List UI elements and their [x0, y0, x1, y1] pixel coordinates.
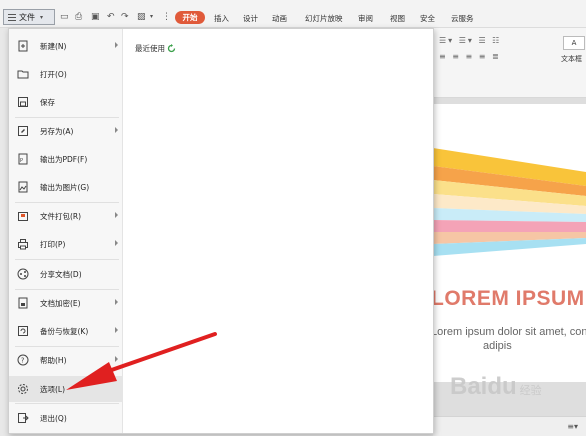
menu-item-label: 备份与恢复(K): [40, 326, 89, 336]
menu-item-save[interactable]: 保存: [9, 89, 123, 115]
menu-item-label: 分享文档(D): [40, 269, 82, 279]
menu-bar: 文件 ▾ ▭ ⎙ ▣ ↶ ↷ ▨ ▾ ⋮ 开始 插入 设计 动画 幻灯片放映 审…: [0, 0, 586, 28]
svg-text:P: P: [20, 158, 23, 164]
chevron-right-icon: [115, 356, 118, 362]
menu-item-share[interactable]: 分享文档(D): [9, 261, 123, 287]
chevron-right-icon: [115, 299, 118, 305]
gear-icon: [17, 383, 29, 395]
slide-subtitle: Lorem ipsum dolor sit amet, consectetur: [433, 326, 586, 338]
tab-review[interactable]: 审阅: [358, 13, 373, 24]
slide-title: LOREM IPSUM: [433, 287, 585, 310]
chevron-right-icon: [115, 240, 118, 246]
svg-text:?: ?: [21, 357, 25, 365]
menu-divider: [15, 403, 119, 404]
chevron-right-icon: [115, 327, 118, 333]
tab-view[interactable]: 视图: [390, 13, 405, 24]
menu-item-export-pdf[interactable]: P 输出为PDF(F): [9, 146, 123, 172]
menu-item-package[interactable]: 文件打包(R): [9, 203, 123, 229]
tab-home[interactable]: 开始: [175, 11, 205, 24]
menu-item-options[interactable]: 选项(L): [9, 376, 123, 402]
menu-item-label: 输出为PDF(F): [40, 154, 88, 164]
print-icon: [17, 238, 29, 250]
menu-item-label: 打开(O): [40, 69, 67, 79]
tab-security[interactable]: 安全: [420, 13, 435, 24]
undo-icon[interactable]: ↶: [107, 12, 115, 22]
export-image-icon: [17, 181, 29, 193]
menu-item-label: 文件打包(R): [40, 211, 82, 221]
tab-design[interactable]: 设计: [243, 13, 258, 24]
export-pdf-icon: P: [17, 153, 29, 165]
chevron-right-icon: [115, 127, 118, 133]
file-dropdown-menu: 新建(N) 打开(O) 保存 另存为(A) P 输出为PDF(F) 输出为图片(…: [8, 28, 434, 434]
slide-subtitle-2: adipis: [483, 340, 512, 352]
menu-item-exit[interactable]: 退出(Q): [9, 405, 123, 431]
chevron-down-icon: ▾: [40, 13, 44, 21]
tab-animation[interactable]: 动画: [272, 13, 287, 24]
menu-item-label: 帮助(H): [40, 355, 67, 365]
menu-item-label: 新建(N): [40, 41, 67, 51]
menu-item-help[interactable]: ? 帮助(H): [9, 347, 123, 373]
redo-icon[interactable]: ↷: [121, 12, 129, 22]
new-document-icon: [17, 40, 29, 52]
print-preview-icon[interactable]: ▣: [91, 12, 100, 22]
exit-icon: [17, 412, 29, 424]
menu-item-label: 保存: [40, 97, 55, 107]
tab-cloud[interactable]: 云服务: [451, 13, 474, 24]
textbox-label[interactable]: 文本框: [561, 54, 582, 64]
status-bar: ≡▾: [433, 416, 586, 436]
menu-item-label: 另存为(A): [40, 126, 74, 136]
menu-item-open[interactable]: 打开(O): [9, 61, 123, 87]
chevron-right-icon: [115, 42, 118, 48]
tab-insert[interactable]: 插入: [214, 13, 229, 24]
recent-files-label: 最近使用: [135, 44, 165, 53]
menu-item-label: 文档加密(E): [40, 298, 81, 308]
folder-open-icon: [17, 68, 29, 80]
menu-item-print[interactable]: 打印(P): [9, 231, 123, 257]
more-icon[interactable]: ⋮: [162, 12, 171, 22]
watermark-suffix: 经验: [519, 385, 542, 397]
watermark-text: Baidu: [450, 373, 517, 400]
file-menu-label: 文件: [19, 12, 35, 22]
slide[interactable]: LOREM IPSUM Lorem ipsum dolor sit amet, …: [433, 104, 586, 382]
chevron-right-icon: [115, 212, 118, 218]
file-menu-list: 新建(N) 打开(O) 保存 另存为(A) P 输出为PDF(F) 输出为图片(…: [9, 29, 123, 433]
save-icon[interactable]: ▭: [60, 12, 69, 22]
menu-item-label: 打印(P): [40, 239, 66, 249]
help-icon: ?: [17, 354, 29, 366]
refresh-icon[interactable]: [167, 44, 176, 53]
menu-item-save-as[interactable]: 另存为(A): [9, 118, 123, 144]
recent-files-header: 最近使用: [135, 43, 176, 54]
menu-item-label: 退出(Q): [40, 413, 67, 423]
notes-icon[interactable]: ≡▾: [567, 422, 578, 431]
menu-item-encrypt[interactable]: 文档加密(E): [9, 290, 123, 316]
textbox-icon[interactable]: A: [563, 36, 585, 50]
file-menu-button[interactable]: 文件 ▾: [3, 9, 55, 25]
tab-slideshow[interactable]: 幻灯片放映: [305, 13, 343, 24]
encrypt-icon: [17, 297, 29, 309]
menu-divider: [15, 259, 119, 260]
share-icon: [17, 268, 29, 280]
save-icon: [17, 96, 29, 108]
watermark-logo: Baidu 经验: [450, 373, 542, 401]
align-icons[interactable]: ≡ ≡ ≡ ≡ ≣: [439, 52, 501, 61]
chevron-down-icon[interactable]: ▾: [150, 12, 153, 22]
menu-item-backup[interactable]: 备份与恢复(K): [9, 318, 123, 344]
hamburger-icon: [8, 13, 16, 21]
menu-item-label: 输出为图片(G): [40, 182, 90, 192]
save-as-icon: [17, 125, 29, 137]
print-icon[interactable]: ⎙: [75, 12, 82, 22]
ribbon: ☰▾ ☰▾ ☰ ☷ ≡ ≡ ≡ ≡ ≣ A 文本框: [433, 28, 586, 98]
menu-item-export-image[interactable]: 输出为图片(G): [9, 174, 123, 200]
package-icon: [17, 210, 29, 222]
menu-item-label: 选项(L): [40, 384, 66, 394]
backup-icon: [17, 325, 29, 337]
list-format-icons[interactable]: ☰▾ ☰▾ ☰ ☷: [439, 36, 501, 45]
image-icon[interactable]: ▨: [137, 12, 146, 22]
menu-item-new[interactable]: 新建(N): [9, 33, 123, 59]
